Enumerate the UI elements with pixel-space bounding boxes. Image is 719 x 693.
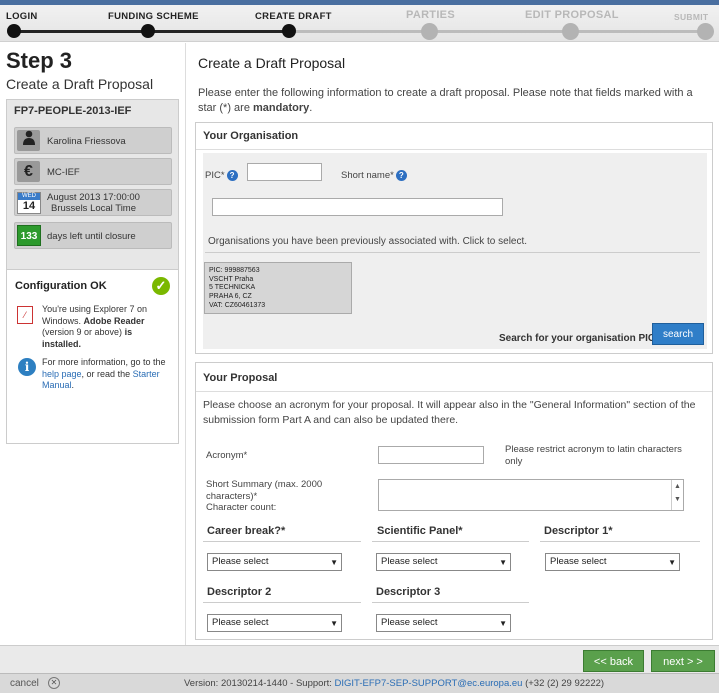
configuration-box: Configuration OK ✓ ⁄ You're using Explor… (6, 269, 179, 444)
help-icon[interactable]: ? (226, 170, 238, 181)
summary-textarea[interactable]: ▲ ▼ (378, 479, 684, 511)
wizard-step-login: LOGIN (6, 11, 38, 22)
days-left-count: 133 (17, 225, 41, 246)
cancel-icon[interactable]: ✕ (48, 677, 60, 689)
wizard-dot-edit-proposal (562, 23, 579, 40)
next-button[interactable]: next > > (651, 650, 715, 672)
descriptor3-select[interactable]: Please select ▼ (376, 614, 511, 632)
info-icon: i (18, 358, 36, 376)
wizard-step-submit: SUBMIT (674, 12, 709, 22)
descriptor1-select[interactable]: Please select ▼ (545, 553, 680, 571)
proposal-title: Your Proposal (203, 372, 278, 384)
short-name-input[interactable] (212, 198, 503, 216)
help-page-link[interactable]: help page (42, 369, 82, 379)
acronym-label: Acronym* (206, 450, 248, 461)
pdf-icon: ⁄ (17, 306, 33, 324)
search-pic-label: Search for your organisation PIC (499, 333, 656, 344)
cancel-link[interactable]: cancel (10, 678, 39, 689)
wizard-step-parties: PARTIES (406, 9, 455, 21)
deadline-timezone: Brussels Local Time (51, 203, 137, 214)
call-identifier: FP7-PEOPLE-2013-IEF (14, 105, 132, 117)
funding-scheme-value: MC-IEF (47, 167, 80, 178)
wizard-dot-submit (697, 23, 714, 40)
user-icon (17, 130, 40, 151)
help-icon[interactable]: ? (395, 170, 407, 181)
textarea-scrollbar[interactable]: ▲ ▼ (671, 480, 683, 510)
deadline-date: August 2013 17:00:00 (47, 192, 140, 203)
checkmark-icon: ✓ (152, 277, 170, 295)
career-break-select[interactable]: Please select ▼ (207, 553, 342, 571)
more-info-text: For more information, go to the help pag… (42, 357, 166, 390)
calendar-icon: WED 14 (17, 192, 41, 214)
step-subtitle: Create a Draft Proposal (6, 76, 154, 92)
career-break-heading: Career break?* (207, 525, 286, 537)
wizard-dot-login (7, 24, 21, 38)
chevron-down-icon: ▼ (330, 558, 338, 567)
funding-scheme-row: € MC-IEF (14, 158, 172, 185)
config-text: You're using Explorer 7 on Windows. Adob… (42, 304, 147, 349)
version-info: Version: 20130214-1440 - Support: DIGIT-… (184, 678, 605, 689)
wizard-step-edit-proposal: EDIT PROPOSAL (525, 9, 619, 21)
descriptor2-select[interactable]: Please select ▼ (207, 614, 342, 632)
top-stripe (0, 0, 719, 5)
chevron-down-icon: ▼ (499, 558, 507, 567)
scientific-panel-heading: Scientific Panel* (377, 525, 463, 537)
calendar-weekday: WED (18, 193, 40, 200)
summary-label: Short Summary (max. 2000 characters)* Ch… (206, 479, 323, 513)
acronym-input[interactable] (378, 446, 484, 464)
search-button[interactable]: search (652, 323, 704, 345)
wizard-bar: LOGIN FUNDING SCHEME CREATE DRAFT PARTIE… (0, 0, 719, 42)
previous-orgs-text: Organisations you have been previously a… (208, 236, 528, 247)
descriptor2-heading: Descriptor 2 (207, 586, 272, 598)
pic-label: PIC*? (205, 170, 238, 181)
footer: << back next > > cancel ✕ Version: 20130… (0, 645, 719, 693)
intro-text: Please enter the following information t… (198, 87, 693, 114)
wizard-step-funding-scheme: FUNDING SCHEME (108, 11, 199, 22)
organisation-inner (203, 153, 707, 349)
status-bar: cancel ✕ Version: 20130214-1440 - Suppor… (0, 673, 719, 693)
back-button[interactable]: << back (583, 650, 644, 672)
support-email-link[interactable]: DIGIT-EFP7-SEP-SUPPORT@ec.europa.eu (335, 678, 523, 689)
config-title: Configuration OK (15, 280, 107, 292)
acronym-hint: Please restrict acronym to latin charact… (505, 444, 682, 467)
calendar-day: 14 (22, 200, 36, 212)
scientific-panel-select[interactable]: Please select ▼ (376, 553, 511, 571)
descriptor1-heading: Descriptor 1* (544, 525, 613, 537)
pic-input[interactable] (247, 163, 322, 181)
user-name: Karolina Friessova (47, 136, 126, 147)
chevron-down-icon: ▼ (499, 619, 507, 628)
euro-icon: € (17, 161, 40, 182)
wizard-step-create-draft: CREATE DRAFT (255, 11, 332, 22)
user-row: Karolina Friessova (14, 127, 172, 154)
days-left-row: 133 days left until closure (14, 222, 172, 249)
step-title: Step 3 (6, 48, 73, 73)
wizard-dot-create-draft (282, 24, 296, 38)
sidebar: Step 3 Create a Draft Proposal FP7-PEOPL… (0, 43, 186, 645)
organisation-card[interactable]: PIC: 999887563 VSCHT Praha 5 TECHNICKA P… (204, 262, 352, 314)
wizard-dot-parties (421, 23, 438, 40)
chevron-down-icon: ▼ (330, 619, 338, 628)
progress-track-todo (289, 30, 713, 33)
wizard-dot-funding-scheme (141, 24, 155, 38)
deadline-row: WED 14 August 2013 17:00:00 Brussels Loc… (14, 189, 172, 216)
days-left-label: days left until closure (47, 231, 136, 242)
chevron-down-icon: ▼ (668, 558, 676, 567)
page-title: Create a Draft Proposal (198, 55, 346, 71)
descriptor3-heading: Descriptor 3 (376, 586, 441, 598)
short-name-label: Short name*? (341, 170, 407, 181)
organisation-title: Your Organisation (203, 130, 299, 142)
proposal-intro: Please choose an acronym for your propos… (203, 399, 696, 426)
